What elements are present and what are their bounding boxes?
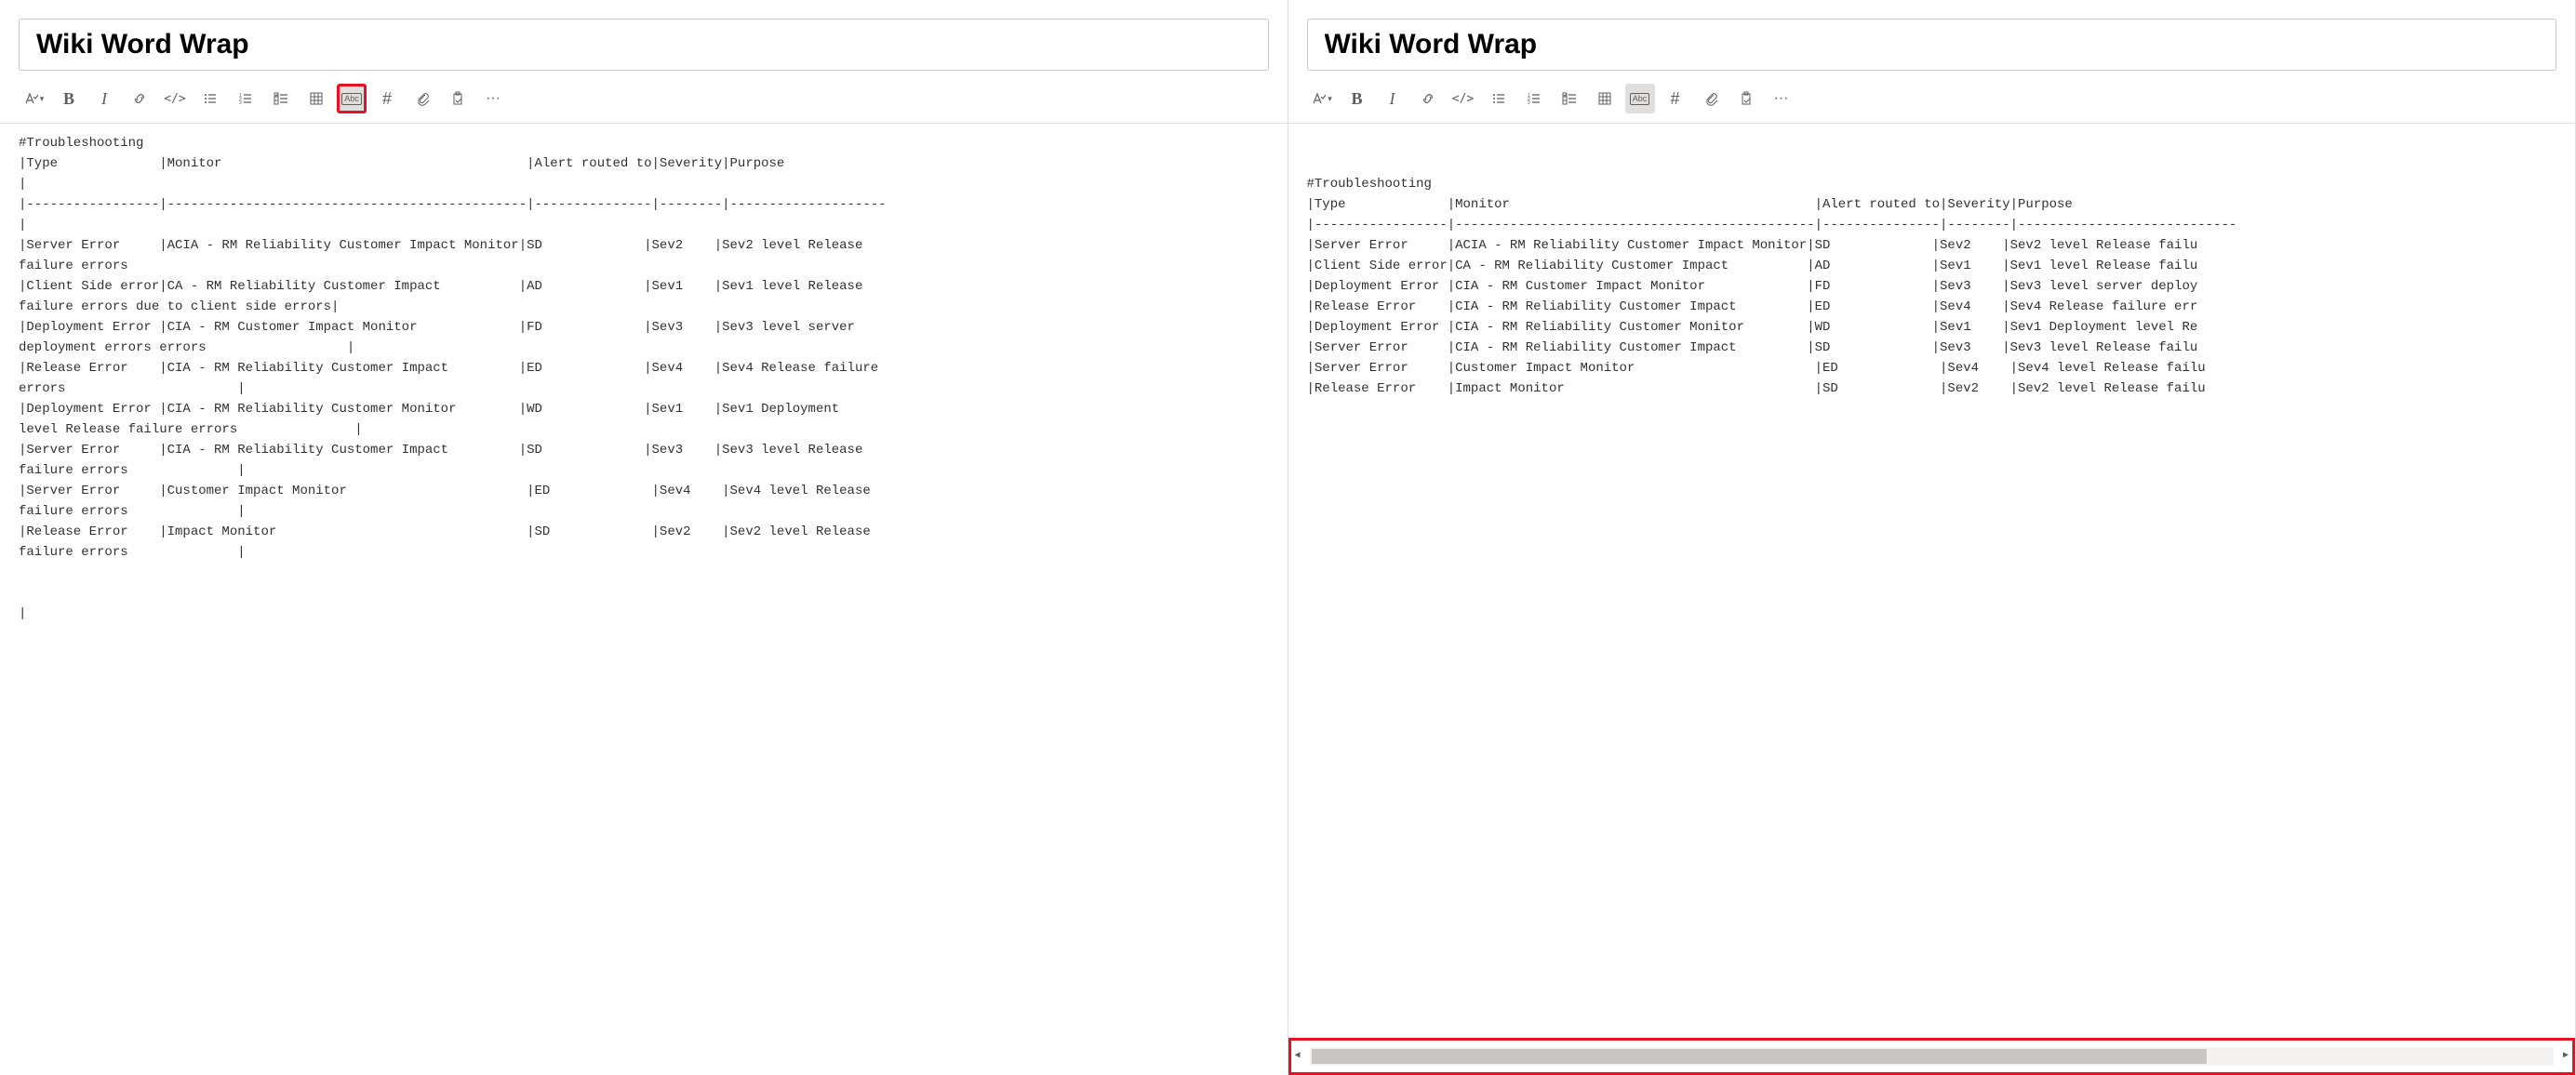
link-icon <box>132 91 147 106</box>
clipboard-icon <box>450 91 465 106</box>
table-icon <box>309 91 324 106</box>
bulleted-list-icon <box>1491 91 1506 106</box>
heading-button[interactable]: # <box>372 84 402 113</box>
numbered-list-button[interactable]: 123 <box>1519 84 1549 113</box>
right-pane: ▾ B I </> 123 Abc # ··· #Troubl <box>1288 0 2576 1075</box>
page-title-input[interactable] <box>36 29 1251 60</box>
link-button[interactable] <box>125 84 154 113</box>
bulleted-list-button[interactable] <box>1484 84 1514 113</box>
editor-content-right[interactable]: #Troubleshooting |Type |Monitor |Alert r… <box>1288 124 2576 1075</box>
attach-button[interactable] <box>407 84 437 113</box>
word-wrap-button[interactable]: Abc <box>1625 84 1655 113</box>
paperclip-icon <box>415 91 430 106</box>
italic-button[interactable]: I <box>89 84 119 113</box>
checklist-button[interactable] <box>266 84 296 113</box>
code-icon: </> <box>164 92 185 106</box>
svg-text:3: 3 <box>239 100 242 106</box>
chevron-down-icon: ▾ <box>40 94 45 104</box>
italic-button[interactable]: I <box>1378 84 1408 113</box>
more-button[interactable]: ··· <box>478 84 508 113</box>
table-button[interactable] <box>301 84 331 113</box>
numbered-list-icon: 123 <box>238 91 253 106</box>
attach-button[interactable] <box>1696 84 1726 113</box>
title-field-container <box>1307 19 2557 71</box>
format-text-button[interactable]: ▾ <box>19 84 48 113</box>
table-button[interactable] <box>1590 84 1620 113</box>
paste-button[interactable] <box>443 84 473 113</box>
left-pane: ▾ B I </> 123 Abc # ··· #Troubleshoo <box>0 0 1288 1075</box>
chevron-down-icon: ▾ <box>1328 94 1332 104</box>
paste-button[interactable] <box>1731 84 1761 113</box>
svg-text:3: 3 <box>1528 100 1530 106</box>
scrollbar-track[interactable] <box>1310 1047 2554 1066</box>
bold-button[interactable]: B <box>1342 84 1372 113</box>
checklist-icon <box>274 91 288 106</box>
italic-icon: I <box>1390 89 1395 109</box>
hash-icon: # <box>382 89 392 109</box>
checklist-button[interactable] <box>1555 84 1584 113</box>
format-text-icon <box>1311 91 1326 106</box>
link-button[interactable] <box>1413 84 1443 113</box>
bold-button[interactable]: B <box>54 84 84 113</box>
horizontal-scrollbar-highlight: ◀ ▶ <box>1288 1038 2576 1075</box>
editor-toolbar: ▾ B I </> 123 Abc # ··· <box>0 78 1288 124</box>
format-text-icon <box>23 91 38 106</box>
title-field-container <box>19 19 1269 71</box>
bulleted-list-icon <box>203 91 218 106</box>
editor-toolbar: ▾ B I </> 123 Abc # ··· <box>1288 78 2576 124</box>
more-button[interactable]: ··· <box>1767 84 1796 113</box>
code-button[interactable]: </> <box>160 84 190 113</box>
scroll-right-arrow[interactable]: ▶ <box>2563 1046 2569 1067</box>
scroll-left-arrow[interactable]: ◀ <box>1295 1046 1301 1067</box>
scrollbar-thumb[interactable] <box>1312 1049 2208 1064</box>
word-wrap-button[interactable]: Abc <box>337 84 367 113</box>
clipboard-icon <box>1739 91 1754 106</box>
checklist-icon <box>1562 91 1577 106</box>
italic-icon: I <box>101 89 107 109</box>
link-icon <box>1421 91 1435 106</box>
table-icon <box>1597 91 1612 106</box>
word-wrap-icon: Abc <box>1630 93 1650 105</box>
bulleted-list-button[interactable] <box>195 84 225 113</box>
word-wrap-icon: Abc <box>341 93 362 105</box>
more-icon: ··· <box>1774 90 1789 107</box>
format-text-button[interactable]: ▾ <box>1307 84 1337 113</box>
page-title-input[interactable] <box>1325 29 2540 60</box>
numbered-list-icon: 123 <box>1527 91 1542 106</box>
heading-button[interactable]: # <box>1661 84 1690 113</box>
hash-icon: # <box>1670 89 1679 109</box>
paperclip-icon <box>1703 91 1718 106</box>
more-icon: ··· <box>486 90 501 107</box>
numbered-list-button[interactable]: 123 <box>231 84 260 113</box>
code-button[interactable]: </> <box>1448 84 1478 113</box>
code-icon: </> <box>1452 92 1474 106</box>
editor-content-left[interactable]: #Troubleshooting |Type |Monitor |Alert r… <box>0 124 1288 1075</box>
bold-icon: B <box>1351 89 1362 109</box>
bold-icon: B <box>63 89 74 109</box>
